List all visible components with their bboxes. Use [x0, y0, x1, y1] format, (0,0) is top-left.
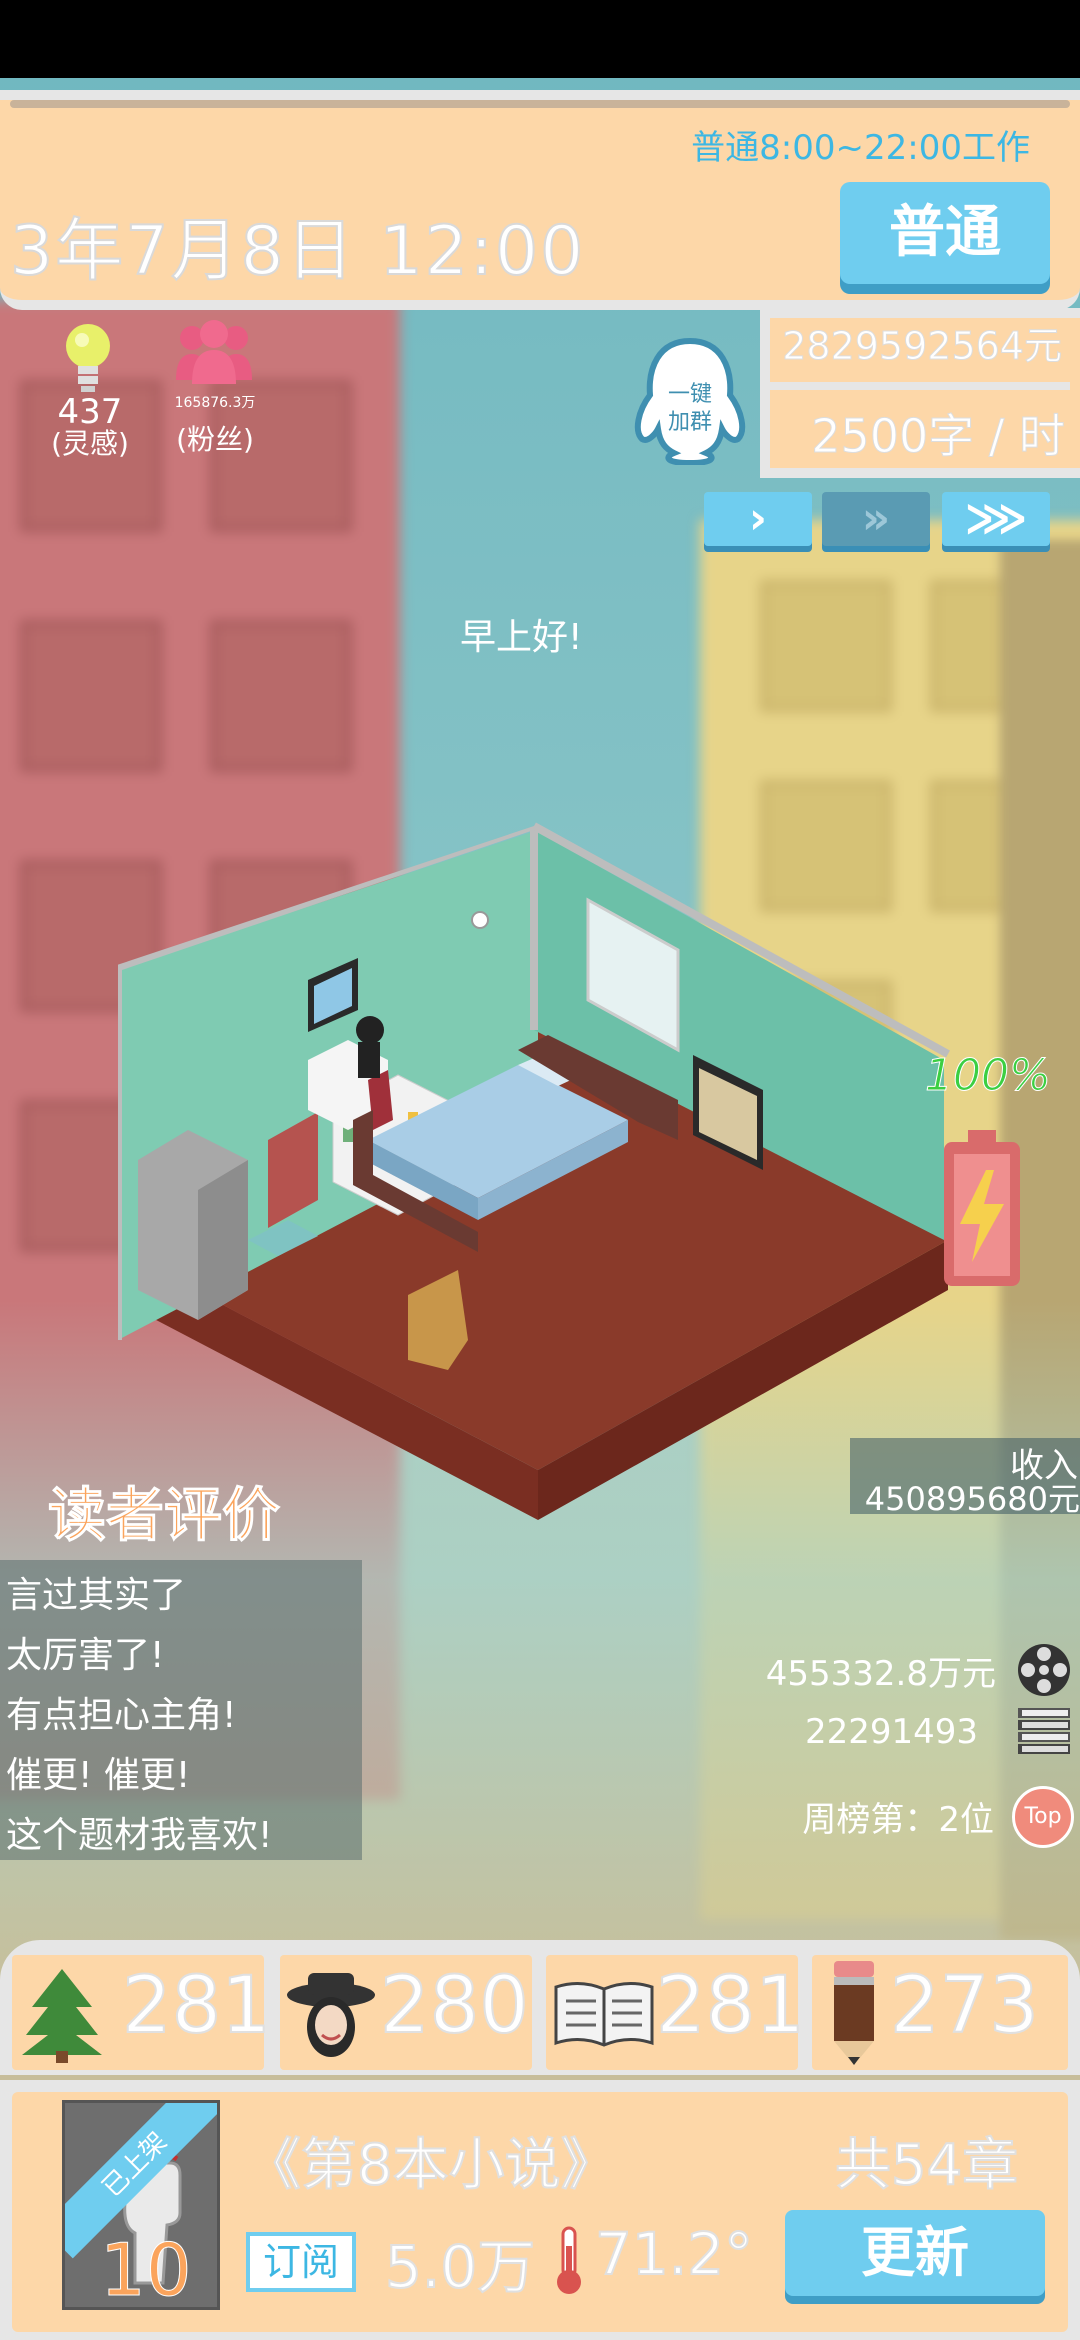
attribute-value: 273	[889, 1960, 1040, 2052]
film-reel-icon	[1018, 1644, 1070, 1696]
header-divider	[10, 100, 1070, 108]
lightbulb-icon	[66, 324, 110, 392]
update-button[interactable]: 更新	[785, 2210, 1045, 2296]
review-item: 太厉害了!	[6, 1635, 165, 1676]
reviews-title: 读者评价	[47, 1481, 281, 1550]
attribute-diligence[interactable]: 273	[812, 1955, 1068, 2070]
attribute-character[interactable]: 280	[280, 1955, 532, 2070]
review-item: 言过其实了	[6, 1575, 187, 1616]
subscribe-label: 订阅	[246, 2232, 356, 2292]
attribute-plot[interactable]: 281	[12, 1955, 272, 2070]
fans-label: (粉丝)	[176, 423, 254, 456]
copies-value: 22291493	[804, 1712, 978, 1752]
book-stack-icon	[1018, 1708, 1070, 1754]
speed-3x-button[interactable]: ⋙	[942, 492, 1050, 546]
attribute-value: 281	[655, 1960, 806, 2052]
cover-number: 10	[100, 2228, 193, 2313]
heat-value: 71.2°	[594, 2219, 754, 2289]
thermometer-icon	[557, 2226, 581, 2294]
greeting-text: 早上好!	[460, 617, 583, 658]
speed-1x-button[interactable]: ›	[704, 492, 812, 546]
ranking-top-button[interactable]: Top	[1012, 1786, 1074, 1848]
open-book-icon	[554, 1982, 654, 2047]
speed-2x-button[interactable]: »	[822, 492, 930, 546]
income-value: 450895680元	[864, 1480, 1080, 1518]
clock-icon	[471, 911, 489, 929]
book-title: 《第8本小说》	[244, 2132, 618, 2199]
work-mode-button[interactable]: 普通	[840, 182, 1050, 284]
fans-icon	[176, 320, 252, 384]
work-schedule: 普通8:00~22:00工作	[691, 128, 1030, 168]
box-office-value: 455332.8万元	[765, 1654, 996, 1694]
money-display: 2829592564元	[782, 324, 1063, 369]
inspiration-label: (灵感)	[51, 427, 129, 460]
game-date-time: 3年7月8日 12:00	[9, 211, 586, 292]
reviews-panel: 言过其实了 太厉害了! 有点担心主角! 催更! 催更! 这个题材我喜欢!	[0, 1560, 362, 1860]
tree-icon	[22, 1969, 102, 2063]
review-item: 催更! 催更!	[6, 1755, 191, 1796]
fans-value: 165876.3万	[174, 395, 256, 411]
attribute-writing[interactable]: 281	[546, 1955, 806, 2070]
weekly-rank: 周榜第：2位	[802, 1800, 994, 1840]
pencil-icon	[834, 1961, 874, 2065]
battery-percent: 100%	[925, 1050, 1052, 1102]
status-bar	[0, 0, 1080, 78]
writing-speed: 2500字 / 时	[811, 409, 1066, 464]
attribute-value: 280	[379, 1960, 530, 2052]
qq-line2: 加群	[668, 410, 712, 435]
hat-woman-icon	[287, 1973, 375, 2057]
writer-room[interactable]	[118, 820, 958, 1560]
qq-line1: 一键	[668, 382, 712, 407]
battery-icon	[944, 1130, 1020, 1286]
qq-group-button[interactable]: 一键 加群	[630, 335, 750, 465]
finance-divider	[770, 382, 1070, 390]
review-item: 这个题材我喜欢!	[6, 1815, 273, 1856]
chapter-count: 共54章	[834, 2132, 1019, 2199]
attribute-value: 281	[121, 1960, 272, 2052]
subscription-count: 5.0万	[384, 2232, 536, 2302]
review-item: 有点担心主角!	[6, 1695, 237, 1736]
